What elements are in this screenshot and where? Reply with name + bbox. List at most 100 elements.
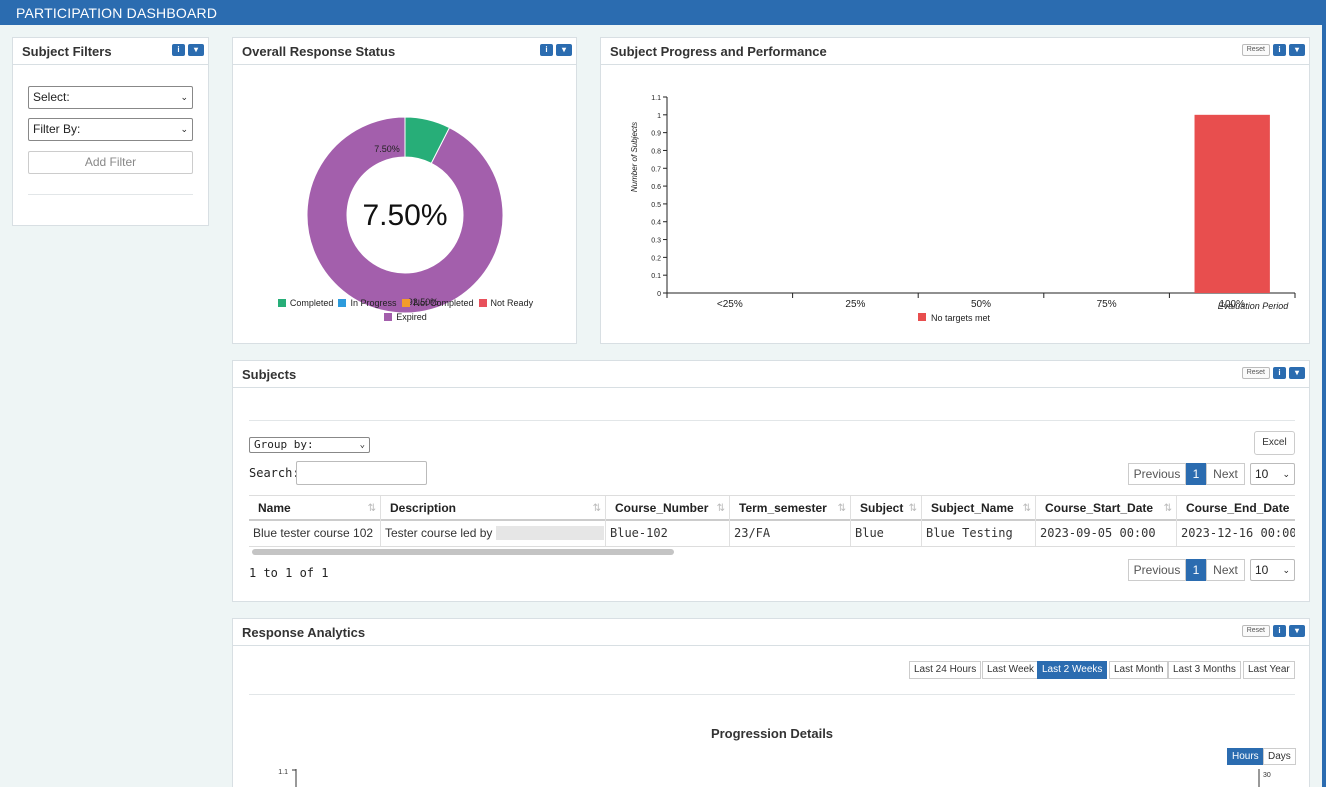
range-selector: Last 24 Hours Last Week Last 2 Weeks Las…: [909, 661, 1296, 679]
pager-previous-button-bottom[interactable]: Previous: [1128, 559, 1186, 581]
cell-subject-name: Blue Testing: [922, 521, 1036, 546]
legend-item-in-progress[interactable]: In Progress: [338, 298, 396, 308]
progress-panel: Subject Progress and Performance Reset i…: [600, 37, 1310, 344]
x-axis: <25% 25% 50% 75% 100%: [666, 292, 1296, 310]
legend-label-no-targets[interactable]: No targets met: [931, 313, 991, 323]
chevron-down-icon: ⌄: [180, 124, 188, 134]
info-button[interactable]: i: [540, 44, 553, 56]
table-header-row: Name ⇅ Description ⇅ Course_Number ⇅ Term_s…: [249, 496, 1295, 521]
chevron-down-icon: ⌄: [1282, 469, 1290, 479]
y-tick-label: 0.1: [651, 273, 661, 280]
app-title: PARTICIPATION DASHBOARD: [16, 5, 218, 21]
range-last-month[interactable]: Last Month: [1109, 661, 1169, 679]
x-tick-label: 75%: [1097, 299, 1117, 310]
progress-title: Subject Progress and Performance: [610, 44, 827, 59]
column-header-subject[interactable]: Subject ⇅: [851, 496, 922, 521]
sort-icon: ⇅: [908, 503, 917, 514]
column-header-description[interactable]: Description ⇅: [381, 496, 606, 521]
column-header-name[interactable]: Name ⇅: [249, 496, 381, 521]
pager-previous-button[interactable]: Previous: [1128, 463, 1186, 485]
chevron-down-icon: ⌄: [1282, 565, 1290, 575]
sort-icon: ⇅: [1022, 503, 1031, 514]
range-last-24-hours[interactable]: Last 24 Hours: [909, 661, 982, 679]
subjects-title: Subjects: [242, 367, 297, 382]
response-status-header: Overall Response Status i ▾: [233, 38, 576, 65]
y-tick-label: 0.4: [651, 220, 661, 227]
response-analytics-title: Response Analytics: [242, 625, 366, 640]
cell-course-start-date: 2023-09-05 00:00: [1036, 521, 1177, 546]
reset-button[interactable]: Reset: [1241, 44, 1270, 56]
subjects-table: Name ⇅ Description ⇅ Course_Number ⇅ Term_s…: [249, 495, 1295, 547]
sort-icon: ⇅: [1163, 503, 1172, 514]
group-by-dropdown[interactable]: Group by: ⌄: [249, 437, 370, 453]
filter-by-dropdown[interactable]: Filter By: ⌄: [28, 118, 193, 141]
x-tick-label: 50%: [971, 299, 991, 310]
legend-swatch-no-targets: [918, 313, 926, 321]
page-size-value: 10: [1255, 563, 1269, 577]
y-tick-label: 0.3: [651, 238, 661, 245]
range-last-3-months[interactable]: Last 3 Months: [1168, 661, 1241, 679]
cell-description: Tester course led by: [381, 521, 606, 546]
info-button[interactable]: i: [1273, 625, 1286, 637]
y-axis: 0 0.1 0.2 0.3 0.4 0.5 0.6 0.7 0.8 0.9 1 1.1: [651, 95, 668, 298]
y-tick-label: 0.5: [651, 202, 661, 209]
collapse-button[interactable]: ▾: [1289, 44, 1305, 56]
range-last-week[interactable]: Last Week: [982, 661, 1040, 679]
unit-hours[interactable]: Hours: [1227, 748, 1264, 765]
collapse-button[interactable]: ▾: [1289, 625, 1305, 637]
pager-page-1[interactable]: 1: [1186, 463, 1206, 485]
y-tick-label: 1.1: [651, 95, 661, 102]
y-tick-label: 0: [657, 291, 661, 298]
sort-icon: ⇅: [367, 503, 376, 514]
subject-filters-panel: Subject Filters i ▾ Select: ⌄ Filter By:…: [12, 37, 209, 226]
sort-icon: ⇅: [837, 503, 846, 514]
subjects-header: Subjects Reset i ▾: [233, 361, 1309, 388]
pager-next-button[interactable]: Next: [1206, 463, 1245, 485]
select-dropdown[interactable]: Select: ⌄: [28, 86, 193, 109]
column-header-course-end-date[interactable]: Course_End_Date: [1177, 496, 1295, 521]
y-tick-label: 0.6: [651, 184, 661, 191]
add-filter-button[interactable]: Add Filter: [28, 151, 193, 174]
response-analytics-header: Response Analytics Reset i ▾: [233, 619, 1309, 646]
bar-100%[interactable]: [1194, 114, 1270, 293]
column-header-term-semester[interactable]: Term_semester ⇅: [730, 496, 851, 521]
app-header: PARTICIPATION DASHBOARD: [0, 0, 1322, 25]
table-info: 1 to 1 of 1: [249, 566, 329, 580]
column-header-course-number[interactable]: Course_Number ⇅: [606, 496, 730, 521]
pager-page-1-bottom[interactable]: 1: [1186, 559, 1206, 581]
info-button[interactable]: i: [1273, 367, 1286, 379]
unit-days[interactable]: Days: [1263, 748, 1296, 765]
chevron-down-icon: ⌄: [359, 440, 365, 450]
info-button[interactable]: i: [1273, 44, 1286, 56]
legend-item-not-ready[interactable]: Not Ready: [478, 298, 533, 308]
page-size-value: 10: [1255, 467, 1269, 481]
sort-icon: ⇅: [592, 503, 601, 514]
column-header-course-start-date[interactable]: Course_Start_Date ⇅: [1036, 496, 1177, 521]
x-axis-label: Evaluation Period: [1218, 301, 1290, 311]
filter-by-value: Filter By:: [33, 122, 81, 136]
window-edge: [1322, 0, 1326, 787]
table-scrollbar[interactable]: [252, 549, 674, 555]
column-header-subject-name[interactable]: Subject_Name ⇅: [922, 496, 1036, 521]
collapse-button[interactable]: ▾: [188, 44, 204, 56]
range-last-year[interactable]: Last Year: [1243, 661, 1295, 679]
excel-button[interactable]: Excel: [1254, 431, 1295, 455]
pager-next-button-bottom[interactable]: Next: [1206, 559, 1245, 581]
collapse-button[interactable]: ▾: [556, 44, 572, 56]
legend-item-completed[interactable]: Completed: [277, 298, 333, 308]
page-size-dropdown-bottom[interactable]: 10 ⌄: [1250, 559, 1295, 581]
reset-button[interactable]: Reset: [1241, 625, 1270, 637]
range-last-2-weeks[interactable]: Last 2 Weeks: [1037, 661, 1108, 679]
bars: [1194, 114, 1270, 293]
page-size-dropdown[interactable]: 10 ⌄: [1250, 463, 1295, 485]
collapse-button[interactable]: ▾: [1289, 367, 1305, 379]
x-tick-label: <25%: [717, 299, 743, 310]
y-tick-label: 1: [657, 113, 661, 120]
cell-name: Blue tester course 102: [249, 521, 381, 546]
legend-item-not-completed[interactable]: Not Completed: [401, 298, 474, 308]
legend-item-expired[interactable]: Expired: [384, 312, 427, 322]
info-button[interactable]: i: [172, 44, 185, 56]
reset-button[interactable]: Reset: [1241, 367, 1270, 379]
y-tick-label: 0.9: [651, 131, 661, 138]
search-input[interactable]: [296, 461, 427, 485]
